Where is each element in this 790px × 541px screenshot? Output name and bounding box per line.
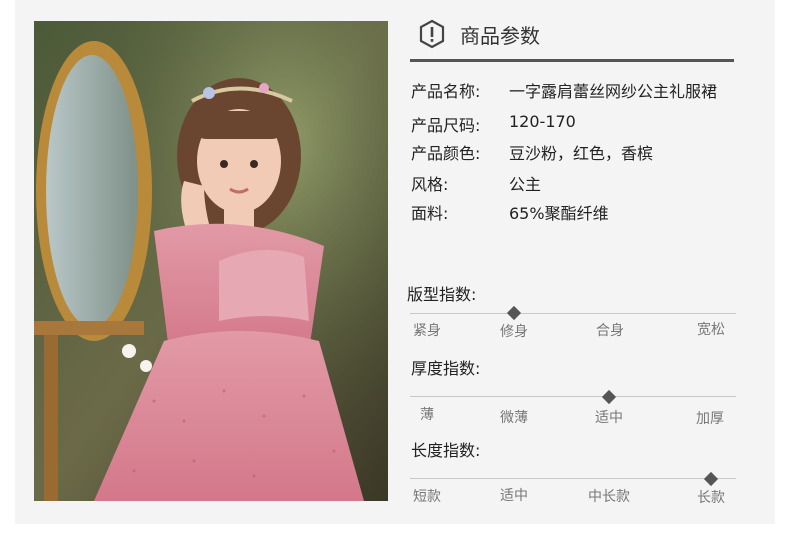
scale-label: 加厚 (696, 411, 724, 427)
param-value: 一字露肩蕾丝网纱公主礼服裙 (509, 82, 718, 101)
param-label: 产品名称: (411, 82, 481, 101)
scale-line (410, 396, 736, 397)
scale-label: 中长款 (588, 489, 630, 505)
param-label: 产品尺码: (411, 116, 481, 135)
section-title: 商品参数 (460, 23, 540, 48)
param-value: 公主 (509, 175, 542, 194)
scale-line (410, 478, 736, 479)
scale-label: 适中 (500, 488, 528, 504)
param-value: 豆沙粉，红色，香槟 (509, 144, 654, 163)
scale-label: 长款 (697, 490, 725, 506)
param-label: 产品颜色: (411, 144, 481, 163)
scale-label: 短款 (413, 489, 441, 505)
scale-label: 合身 (596, 323, 624, 339)
scale-label: 适中 (595, 410, 623, 426)
scale-label: 薄 (420, 407, 434, 423)
index-title: 版型指数: (407, 285, 477, 304)
scale-label: 微薄 (500, 410, 528, 426)
scale-label: 宽松 (697, 322, 725, 338)
scale-label: 修身 (500, 324, 528, 340)
section-header: 商品参数 (418, 16, 540, 52)
index-title: 长度指数: (411, 441, 481, 460)
scale-label: 紧身 (413, 323, 441, 339)
param-value: 65%聚酯纤维 (509, 204, 609, 223)
param-label: 面料: (411, 204, 449, 223)
scale-line (410, 313, 736, 314)
param-value: 120-170 (509, 112, 576, 131)
header-divider (410, 59, 734, 62)
param-label: 风格: (411, 175, 449, 194)
warning-hexagon-icon (419, 19, 445, 49)
index-title: 厚度指数: (411, 359, 481, 378)
product-photo (34, 21, 388, 501)
